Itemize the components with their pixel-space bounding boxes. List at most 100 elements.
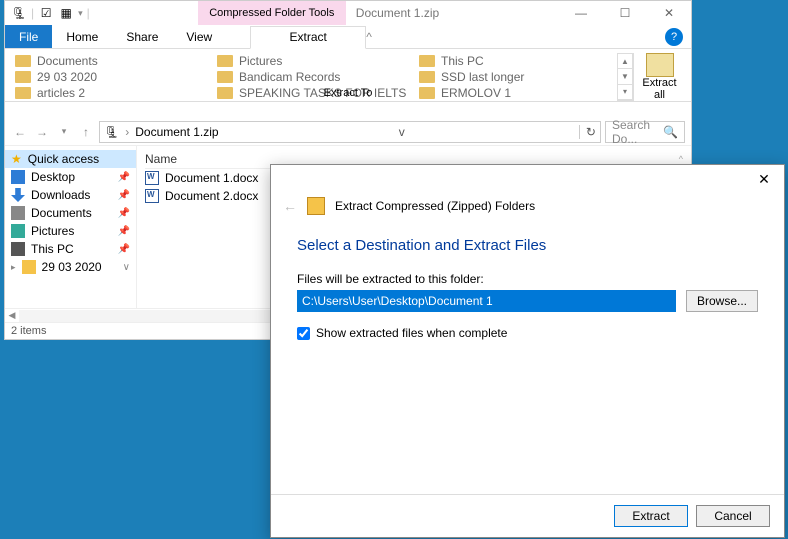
nav-label: Quick access (28, 152, 99, 166)
dest-label: Documents (37, 54, 98, 68)
cancel-button[interactable]: Cancel (696, 505, 770, 527)
close-button[interactable]: ✕ (647, 1, 691, 25)
back-arrow-icon[interactable]: ← (283, 198, 297, 214)
help-icon[interactable]: ? (665, 28, 683, 46)
maximize-button[interactable]: ☐ (603, 1, 647, 25)
chevron-right-icon: › (125, 125, 129, 139)
thispc-icon (11, 242, 25, 256)
path-text: Document 1.zip (135, 125, 218, 139)
dest-item[interactable]: This PC (415, 53, 617, 69)
folder-icon (15, 55, 31, 67)
tab-view[interactable]: View (172, 25, 226, 48)
pictures-icon (11, 224, 25, 238)
nav-label: 29 03 2020 (42, 260, 102, 274)
expand-icon[interactable]: ▸ (11, 262, 16, 273)
dest-item[interactable]: Bandicam Records (213, 69, 415, 85)
ribbon: Documents 29 03 2020 articles 2 Pictures… (5, 49, 691, 118)
pin-icon: 📌 (118, 208, 130, 219)
show-files-checkbox[interactable]: Show extracted files when complete (297, 326, 758, 340)
dialog-header: ← Extract Compressed (Zipped) Folders (271, 193, 784, 219)
scroll-down-icon[interactable]: ▼ (618, 69, 632, 84)
address-dropdown-icon[interactable]: v (393, 125, 405, 139)
quick-access-toolbar: 🗜 | ☑ ▦ ▾ | (5, 5, 96, 21)
window-controls: — ☐ ✕ (559, 1, 691, 25)
browse-button[interactable]: Browse... (686, 290, 758, 312)
star-icon: ★ (11, 152, 22, 166)
nav-label: Pictures (31, 224, 74, 238)
header-label: Name (145, 152, 177, 166)
desktop-icon (11, 170, 25, 184)
refresh-icon[interactable]: ↻ (579, 125, 596, 139)
nav-up-button[interactable]: ↑ (77, 123, 95, 141)
dialog-titlebar: ✕ (271, 165, 784, 193)
tab-home[interactable]: Home (52, 25, 112, 48)
dest-label: This PC (441, 54, 484, 68)
nav-back-button[interactable]: ← (11, 123, 29, 141)
pin-icon: 📌 (118, 226, 130, 237)
tab-extract[interactable]: Extract (250, 26, 366, 49)
dest-label: 29 03 2020 (37, 70, 97, 84)
dialog-footer: Extract Cancel (271, 494, 784, 537)
nav-label: This PC (31, 242, 74, 256)
nav-quick-access[interactable]: ★ Quick access (5, 150, 136, 168)
contextual-tab[interactable]: Compressed Folder Tools (198, 1, 346, 25)
pin-icon: 📌 (118, 244, 130, 255)
dest-label: SSD last longer (441, 70, 524, 84)
pin-icon: 📌 (118, 190, 130, 201)
ribbon-tabs: File Home Share View Extract ^ ? (5, 25, 691, 49)
dest-item[interactable]: Documents (11, 53, 213, 69)
nav-item[interactable]: Pictures 📌 (5, 222, 136, 240)
search-input[interactable]: Search Do... 🔍 (605, 121, 685, 143)
ribbon-group-label: Extract To (5, 87, 691, 118)
dest-item[interactable]: 29 03 2020 (11, 69, 213, 85)
titlebar: 🗜 | ☑ ▦ ▾ | Compressed Folder Tools Docu… (5, 1, 691, 25)
address-bar: ← → ▾ ↑ 🗜 › Document 1.zip v ↻ Search Do… (5, 118, 691, 146)
divider: | (87, 6, 90, 20)
extract-button[interactable]: Extract (614, 505, 688, 527)
destination-path-input[interactable]: C:\Users\User\Desktop\Document 1 (297, 290, 676, 312)
folder-icon (419, 55, 435, 67)
extract-dialog: ✕ ← Extract Compressed (Zipped) Folders … (270, 164, 785, 538)
archive-icon: 🗜 (104, 125, 119, 139)
nav-forward-button[interactable]: → (33, 123, 51, 141)
ribbon-expand-icon[interactable]: ^ (366, 30, 372, 44)
nav-label: Documents (31, 206, 92, 220)
zip-icon (307, 197, 325, 215)
nav-item[interactable]: This PC 📌 (5, 240, 136, 258)
checkbox-input[interactable] (297, 327, 310, 340)
dest-item[interactable]: Pictures (213, 53, 415, 69)
chevron-down-icon[interactable]: ∨ (123, 262, 130, 273)
scroll-left-icon[interactable]: ◀ (5, 310, 19, 321)
nav-item[interactable]: Downloads📌 (5, 186, 136, 204)
qat-dropdown-icon[interactable]: ▾ (78, 8, 83, 19)
folder-icon (419, 71, 435, 83)
documents-icon (11, 206, 25, 220)
tab-share[interactable]: Share (112, 25, 172, 48)
search-placeholder: Search Do... (612, 118, 663, 146)
docx-icon (145, 171, 159, 185)
nav-label: Desktop (31, 170, 75, 184)
app-icon: 🗜 (11, 5, 27, 21)
dest-label: Pictures (239, 54, 282, 68)
nav-item[interactable]: ▸ 29 03 2020 ∨ (5, 258, 136, 276)
dialog-close-button[interactable]: ✕ (744, 165, 784, 193)
properties-icon[interactable]: ☑ (38, 5, 54, 21)
nav-item[interactable]: Documents 📌 (5, 204, 136, 222)
nav-pane: ★ Quick access Desktop 📌 Downloads📌 Docum… (5, 146, 137, 308)
dialog-body: Select a Destination and Extract Files F… (271, 219, 784, 494)
nav-history-icon[interactable]: ▾ (55, 123, 73, 141)
dest-item[interactable]: SSD last longer (415, 69, 617, 85)
dialog-folder-label: Files will be extracted to this folder: (297, 272, 758, 286)
pin-icon: 📌 (118, 172, 130, 183)
dialog-heading: Select a Destination and Extract Files (297, 237, 758, 254)
search-icon: 🔍 (663, 125, 678, 139)
folder-icon (217, 71, 233, 83)
address-path[interactable]: 🗜 › Document 1.zip v ↻ (99, 121, 601, 143)
tab-file[interactable]: File (5, 25, 52, 48)
folder-icon (217, 55, 233, 67)
folder-icon (15, 71, 31, 83)
minimize-button[interactable]: — (559, 1, 603, 25)
scroll-up-icon[interactable]: ▲ (618, 54, 632, 69)
newfolder-icon[interactable]: ▦ (58, 5, 74, 21)
nav-item[interactable]: Desktop 📌 (5, 168, 136, 186)
